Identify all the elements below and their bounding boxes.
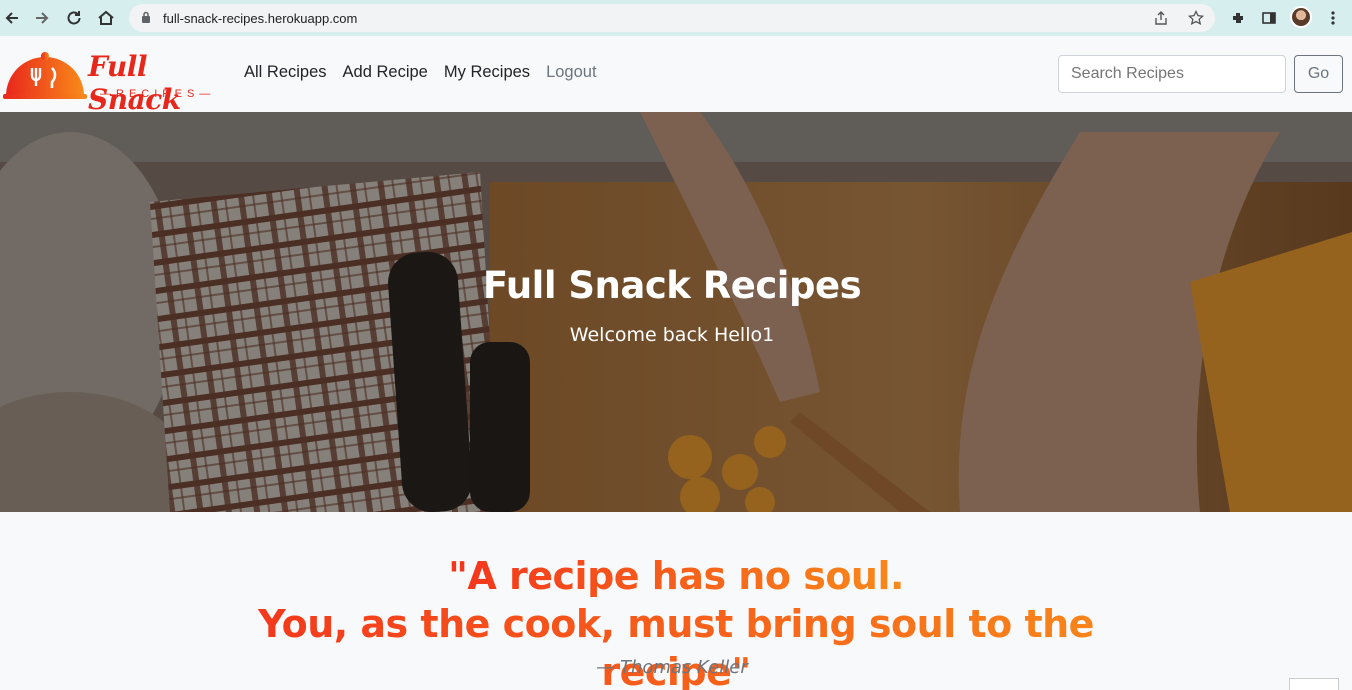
nav-link-add-recipe[interactable]: Add Recipe — [343, 63, 428, 82]
site-navbar: Full Snack —RECIPES— All Recipes Add Rec… — [0, 36, 1352, 116]
home-icon[interactable] — [94, 6, 118, 30]
nav-link-all-recipes[interactable]: All Recipes — [244, 63, 327, 82]
brand-name: Full Snack — [88, 50, 181, 116]
hero-welcome-message: Welcome back Hello1 — [569, 324, 775, 346]
corner-widget[interactable] — [1289, 678, 1339, 690]
url-text: full-snack-recipes.herokuapp.com — [163, 10, 358, 26]
star-icon[interactable] — [1187, 9, 1205, 27]
nav-link-my-recipes[interactable]: My Recipes — [444, 63, 530, 82]
forward-arrow-icon[interactable] — [30, 6, 54, 30]
browser-toolbar: full-snack-recipes.herokuapp.com — [0, 0, 1352, 36]
extensions-icon[interactable] — [1226, 6, 1250, 30]
address-bar[interactable]: full-snack-recipes.herokuapp.com — [129, 4, 1215, 32]
nav-link-logout[interactable]: Logout — [546, 63, 596, 82]
hero-banner: Full Snack Recipes Welcome back Hello1 — [0, 112, 1352, 512]
search-input[interactable] — [1058, 55, 1286, 93]
sidepanel-icon[interactable] — [1257, 6, 1281, 30]
reload-icon[interactable] — [62, 6, 86, 30]
brand-tagline: —RECIPES— — [100, 88, 216, 100]
back-arrow-icon[interactable] — [0, 6, 24, 30]
share-icon[interactable] — [1152, 9, 1170, 27]
lock-icon — [142, 11, 150, 23]
hero-background-image — [0, 112, 1352, 512]
hero-title: Full Snack Recipes — [482, 264, 862, 307]
search-go-button[interactable]: Go — [1294, 55, 1343, 93]
nav-links: All Recipes Add Recipe My Recipes Logout — [244, 63, 613, 82]
profile-avatar[interactable] — [1290, 6, 1312, 28]
quote-line-1: "A recipe has no soul. — [446, 552, 906, 600]
quote-author: — Thomas Keller — [596, 657, 748, 678]
cloche-logo-icon — [3, 52, 87, 99]
menu-kebab-icon[interactable] — [1321, 6, 1345, 30]
site-logo[interactable]: Full Snack —RECIPES— — [2, 46, 222, 116]
